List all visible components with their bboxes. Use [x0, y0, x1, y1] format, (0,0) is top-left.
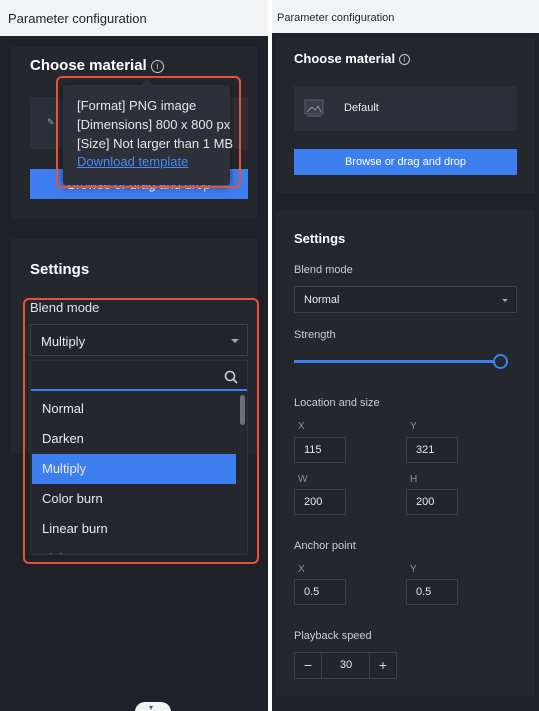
slider-thumb[interactable] [493, 354, 508, 369]
dropdown-highlight [23, 298, 259, 564]
material-card: Choose material i Default Browse or drag… [276, 38, 535, 193]
info-icon[interactable]: i [398, 54, 410, 66]
left-panel: Parameter configuration Choose material … [0, 0, 268, 711]
w-label: W [298, 474, 308, 485]
decrement-button[interactable]: − [295, 653, 322, 678]
caret-down-icon [502, 299, 508, 302]
settings-title: Settings [30, 261, 90, 278]
anchor-point-label: Anchor point [294, 540, 356, 552]
blend-mode-value: Normal [304, 294, 340, 306]
upload-button[interactable]: Browse or drag and drop [294, 149, 517, 175]
material-item-label: Default [344, 102, 379, 114]
playback-speed-stepper: − 30 + [294, 652, 397, 679]
playback-speed-value[interactable]: 30 [322, 653, 370, 678]
panel-header-title: Parameter configuration [272, 0, 539, 33]
strength-label: Strength [294, 329, 336, 341]
material-title: Choose material i [294, 51, 410, 66]
anchor-y-input[interactable]: 0.5 [406, 579, 458, 605]
panel-header-title: Parameter configuration [0, 0, 268, 36]
anchor-y-label: Y [410, 564, 417, 575]
strength-slider[interactable] [294, 354, 508, 370]
right-panel: Parameter configuration Choose material … [272, 0, 539, 711]
tooltip-highlight [56, 76, 241, 188]
chevron-down-icon: ▾ [149, 703, 154, 711]
settings-title: Settings [294, 231, 346, 246]
h-input[interactable]: 200 [406, 489, 458, 515]
material-item-default[interactable]: Default [294, 86, 517, 131]
anchor-x-input[interactable]: 0.5 [294, 579, 346, 605]
image-icon [304, 99, 324, 117]
anchor-x-label: X [298, 564, 305, 575]
collapse-handle[interactable]: ▾ [135, 702, 171, 711]
material-title: Choose material i [30, 57, 164, 74]
location-size-label: Location and size [294, 397, 380, 409]
x-label: X [298, 421, 305, 432]
image-icon: ✎ [47, 117, 55, 127]
blend-mode-label: Blend mode [294, 264, 353, 276]
w-input[interactable]: 200 [294, 489, 346, 515]
settings-card: Settings Blend mode Normal Strength Loca… [276, 210, 535, 696]
y-label: Y [410, 421, 417, 432]
x-input[interactable]: 115 [294, 437, 346, 463]
slider-fill [294, 360, 500, 363]
info-icon[interactable]: i [150, 59, 164, 73]
playback-speed-label: Playback speed [294, 630, 372, 642]
h-label: H [410, 474, 418, 485]
blend-mode-select[interactable]: Normal [294, 286, 517, 313]
increment-button[interactable]: + [369, 653, 396, 678]
y-input[interactable]: 321 [406, 437, 458, 463]
